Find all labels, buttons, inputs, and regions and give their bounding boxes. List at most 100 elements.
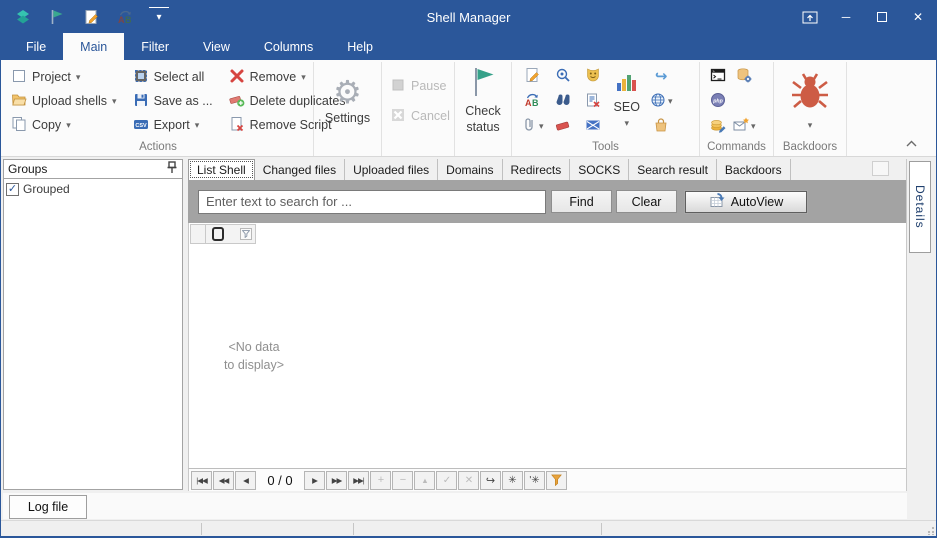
prior-page-button[interactable]: ◀◀	[213, 471, 234, 490]
shell-grid[interactable]: <No data to display>	[188, 223, 906, 468]
ribbon-group-run: Pause Cancel	[382, 62, 455, 156]
share-arrow-icon: ↪	[655, 67, 668, 85]
envelope-x-icon	[585, 117, 601, 136]
attach-button[interactable]: ▾	[521, 115, 544, 137]
tab-strip-button[interactable]	[872, 161, 889, 176]
last-record-button[interactable]: ▶▶|	[348, 471, 369, 490]
prior-record-button[interactable]: ◀	[235, 471, 256, 490]
checkbox-icon[interactable]: ✓	[6, 183, 19, 196]
envelope-star-icon	[733, 117, 749, 136]
tab-filter[interactable]: Filter	[124, 33, 186, 60]
collapse-window-icon[interactable]	[792, 1, 828, 33]
qat-rename-icon[interactable]: AB	[115, 7, 135, 27]
select-all-button[interactable]: Select all	[130, 67, 216, 88]
settings-button[interactable]: ⚙ Settings	[317, 76, 378, 127]
qat-edit-icon[interactable]	[81, 7, 101, 27]
preview-button[interactable]	[552, 65, 574, 87]
collapse-ribbon-icon[interactable]	[902, 136, 920, 150]
no-data-message: <No data to display>	[199, 338, 309, 374]
report-remove-button[interactable]	[582, 90, 604, 112]
first-record-button[interactable]: |◀◀	[191, 471, 212, 490]
qat-customize-icon[interactable]: ▾	[149, 7, 169, 27]
coins-pencil-icon	[710, 117, 726, 136]
next-record-button[interactable]: ▶	[304, 471, 325, 490]
goto-bookmark-button[interactable]: '✳	[524, 471, 545, 490]
share-button[interactable]: ↪	[650, 65, 672, 87]
tab-changed-files[interactable]: Changed files	[255, 159, 345, 180]
tab-socks[interactable]: SOCKS	[570, 159, 629, 180]
tab-main[interactable]: Main	[63, 33, 124, 60]
tab-list-shell[interactable]: List Shell	[188, 159, 255, 180]
ribbon-group-check-status: Checkstatus	[455, 62, 512, 156]
next-page-button[interactable]: ▶▶	[326, 471, 347, 490]
delete-record-button[interactable]: −	[392, 471, 413, 490]
autoview-button[interactable]: AutoView	[685, 191, 807, 213]
cancel-button[interactable]: Cancel	[387, 106, 453, 127]
status-separator	[353, 523, 354, 535]
export-button[interactable]: CSV Export▾	[130, 115, 216, 136]
tab-domains[interactable]: Domains	[438, 159, 502, 180]
pin-icon[interactable]	[166, 161, 178, 177]
bookmark-button[interactable]: ✳	[502, 471, 523, 490]
edit-record-button[interactable]: ▲	[414, 471, 435, 490]
tab-columns[interactable]: Columns	[247, 33, 330, 60]
rename-tool-button[interactable]: AB	[521, 90, 543, 112]
tab-redirects[interactable]: Redirects	[503, 159, 571, 180]
grouped-checkbox-row[interactable]: ✓ Grouped	[4, 179, 182, 199]
database-command-button[interactable]	[733, 65, 755, 87]
append-record-button[interactable]: +	[370, 471, 391, 490]
remove-x-icon	[229, 68, 245, 87]
resize-grip[interactable]	[926, 527, 934, 535]
copy-button[interactable]: Copy▾	[8, 115, 120, 136]
backdoors-button[interactable]: ▾	[782, 72, 838, 131]
php-button[interactable]: php	[707, 90, 729, 112]
minimize-icon[interactable]: ─	[828, 1, 864, 33]
mail-x-button[interactable]	[582, 115, 604, 137]
qat-check-status-icon[interactable]	[47, 7, 67, 27]
ribbon-group-commands: >_ php ▾ Commands	[700, 62, 774, 156]
upload-shells-button[interactable]: Upload shells▾	[8, 91, 120, 112]
tab-view[interactable]: View	[186, 33, 247, 60]
project-button[interactable]: Project▾	[8, 67, 120, 88]
maximize-icon[interactable]	[864, 1, 900, 33]
tab-search-result[interactable]: Search result	[629, 159, 717, 180]
save-icon	[133, 92, 149, 111]
eraser-button[interactable]	[552, 115, 574, 137]
pause-button[interactable]: Pause	[387, 76, 453, 97]
post-edit-button[interactable]: ✓	[436, 471, 457, 490]
find-button[interactable]: Find	[551, 190, 612, 213]
mail-command-button[interactable]: ▾	[733, 115, 756, 137]
clear-button[interactable]: Clear	[616, 190, 677, 213]
refresh-button[interactable]: ↪	[480, 471, 501, 490]
eraser-plus-icon	[229, 92, 245, 111]
save-as-button[interactable]: Save as ...	[130, 91, 216, 112]
cancel-edit-button[interactable]: ✕	[458, 471, 479, 490]
column-filter-icon[interactable]	[240, 228, 252, 240]
mask-button[interactable]	[582, 65, 604, 87]
edit-data-button[interactable]	[707, 115, 729, 137]
edit-tool-button[interactable]	[521, 65, 543, 87]
green-flag-icon	[471, 67, 495, 102]
filter-button[interactable]	[546, 471, 567, 490]
search-tool-button[interactable]	[552, 90, 574, 112]
terminal-button[interactable]: >_	[707, 65, 729, 87]
search-input[interactable]	[198, 190, 546, 214]
shop-button[interactable]	[650, 115, 672, 137]
tab-backdoors-page[interactable]: Backdoors	[717, 159, 791, 180]
red-eraser-icon	[555, 117, 571, 136]
grid-checkbox-column-header[interactable]	[206, 224, 256, 244]
tab-log-file[interactable]: Log file	[9, 495, 87, 519]
web-button[interactable]: ▾	[650, 90, 673, 112]
gear-icon: ⚙	[333, 76, 362, 108]
chevron-down-icon: ▾	[301, 73, 306, 82]
tab-help[interactable]: Help	[330, 33, 390, 60]
document-tab-strip: List Shell Changed files Uploaded files …	[188, 159, 906, 180]
seo-button[interactable]: SEO ▾	[608, 74, 646, 127]
magnifier-eye-icon	[555, 67, 571, 86]
tab-file[interactable]: File	[9, 33, 63, 60]
close-icon[interactable]: ✕	[900, 1, 936, 33]
tab-details[interactable]: Details	[909, 161, 931, 253]
group-label-backdoors: Backdoors	[779, 139, 841, 156]
check-status-button[interactable]: Checkstatus	[463, 67, 502, 136]
tab-uploaded-files[interactable]: Uploaded files	[345, 159, 438, 180]
